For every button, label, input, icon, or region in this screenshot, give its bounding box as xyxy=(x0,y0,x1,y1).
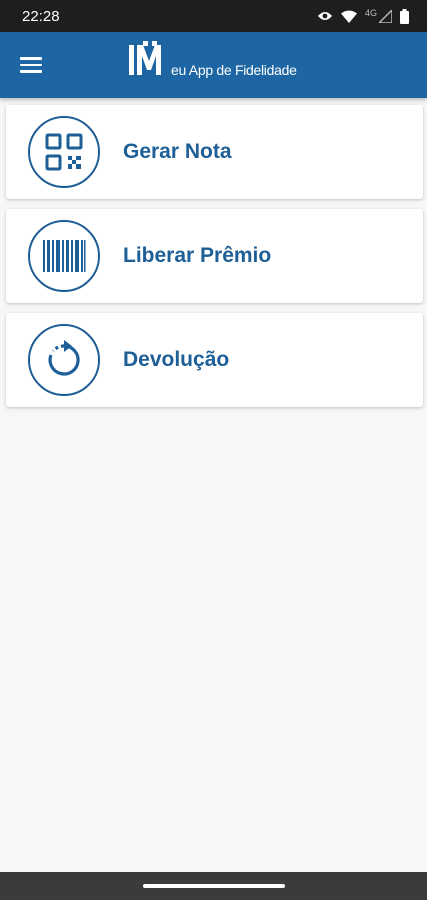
signal-icon xyxy=(379,9,392,23)
logo-m-icon xyxy=(128,41,170,82)
status-icons: 4G xyxy=(317,8,409,24)
devolucao-card[interactable]: Devolução xyxy=(6,313,423,407)
qr-code-icon xyxy=(28,116,100,188)
gerar-nota-label: Gerar Nota xyxy=(123,140,232,163)
wifi-icon xyxy=(340,10,357,23)
app-bar: eu App de Fidelidade xyxy=(0,32,427,98)
status-bar: 22:28 4G xyxy=(0,0,427,32)
gerar-nota-card[interactable]: Gerar Nota xyxy=(6,105,423,199)
hamburger-menu-icon[interactable] xyxy=(20,52,48,78)
liberar-premio-card[interactable]: Liberar Prêmio xyxy=(6,209,423,303)
barcode-icon xyxy=(28,220,100,292)
refresh-icon xyxy=(28,324,100,396)
liberar-premio-label: Liberar Prêmio xyxy=(123,244,272,267)
devolucao-label: Devolução xyxy=(123,348,230,371)
status-time: 22:28 xyxy=(22,7,60,25)
home-gesture-pill[interactable] xyxy=(142,884,285,888)
logo-text: eu App de Fidelidade xyxy=(171,62,297,78)
system-nav-bar xyxy=(0,872,427,900)
network-type: 4G xyxy=(364,8,377,18)
battery-icon xyxy=(400,8,409,24)
eye-icon xyxy=(317,10,333,22)
app-logo: eu App de Fidelidade xyxy=(128,41,297,82)
